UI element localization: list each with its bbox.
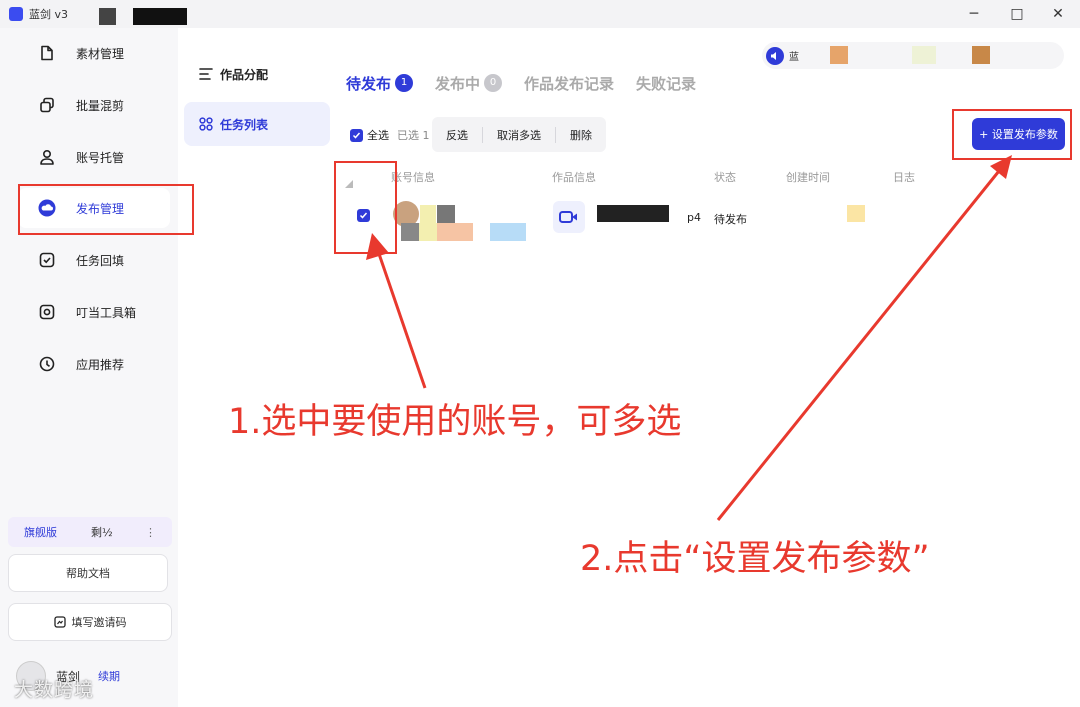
arrow-line-step1	[375, 247, 427, 389]
arrow-head-step2	[990, 155, 1012, 179]
arrow-line-step2	[716, 165, 1005, 521]
annotation-step2: 2.点击“设置发布参数”	[580, 539, 930, 579]
arrow-head-step1	[366, 233, 389, 260]
annotation-step1: 1.选中要使用的账号，可多选	[228, 402, 682, 442]
annotation-arrows	[366, 155, 1012, 521]
